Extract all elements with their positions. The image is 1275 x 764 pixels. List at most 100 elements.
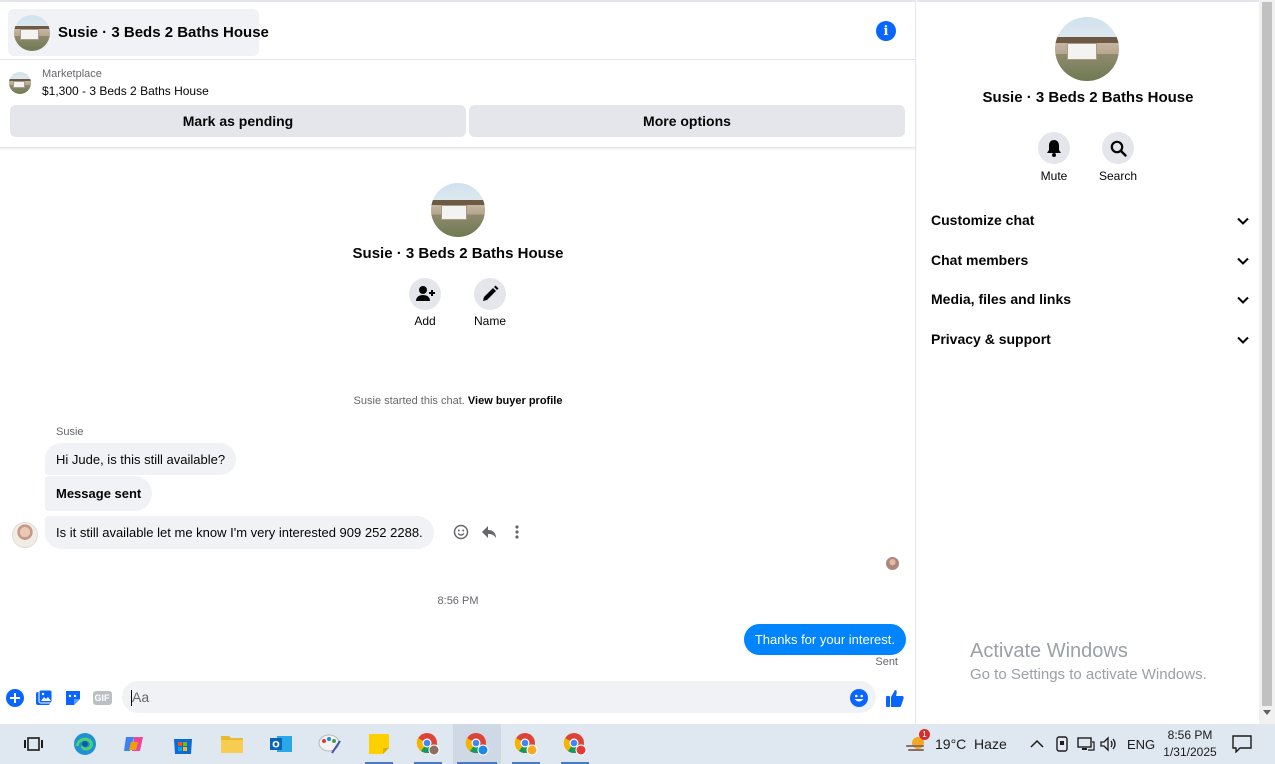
section-customize-chat[interactable]: Customize chat bbox=[931, 210, 1249, 230]
more-vertical-icon[interactable] bbox=[508, 523, 526, 541]
chrome-profile-2-icon[interactable] bbox=[453, 724, 501, 764]
listing-kind: Marketplace bbox=[42, 68, 102, 80]
text-caret bbox=[131, 690, 132, 706]
search-icon[interactable] bbox=[1102, 132, 1134, 164]
notifications-icon[interactable] bbox=[1232, 724, 1252, 764]
message-status: Sent bbox=[875, 656, 898, 668]
chrome-profile-3-icon[interactable] bbox=[502, 724, 550, 764]
incoming-message[interactable]: Hi Jude, is this still available? bbox=[45, 443, 237, 475]
name-action[interactable]: Name bbox=[460, 278, 520, 328]
view-buyer-profile-link[interactable]: View buyer profile bbox=[468, 395, 563, 407]
message-actions bbox=[452, 523, 526, 541]
section-chat-members[interactable]: Chat members bbox=[931, 250, 1249, 270]
activate-windows-watermark: Activate Windows Go to Settings to activ… bbox=[970, 640, 1207, 683]
watermark-subtitle: Go to Settings to activate Windows. bbox=[970, 666, 1207, 683]
volume-icon[interactable] bbox=[1100, 724, 1118, 764]
weather-badge: 1 bbox=[919, 729, 930, 740]
meet-now-icon[interactable] bbox=[1054, 724, 1070, 764]
svg-text:O: O bbox=[272, 741, 280, 751]
chat-started-note: Susie started this chat. View buyer prof… bbox=[0, 395, 916, 407]
chat-info-panel: Susie · 3 Beds 2 Baths House Mute Search… bbox=[917, 0, 1259, 724]
microsoft-store-icon[interactable] bbox=[159, 724, 207, 764]
haze-weather-icon: 1 bbox=[905, 729, 930, 755]
edge-browser-icon[interactable] bbox=[61, 724, 109, 764]
outgoing-message[interactable]: Thanks for your interest. bbox=[743, 624, 906, 655]
scrollbar-thumb[interactable] bbox=[1262, 2, 1272, 706]
sender-avatar[interactable] bbox=[12, 522, 38, 548]
paint-app-icon[interactable] bbox=[306, 724, 354, 764]
chat-header: Susie · 3 Beds 2 Baths House i bbox=[0, 0, 916, 60]
message-input[interactable] bbox=[122, 681, 876, 713]
composer: GIF bbox=[0, 680, 916, 716]
chevron-down-icon bbox=[1237, 212, 1249, 228]
intro-title: Susie · 3 Beds 2 Baths House bbox=[352, 245, 564, 262]
chevron-down-icon bbox=[1237, 331, 1249, 347]
section-label: Customize chat bbox=[931, 212, 1035, 228]
conversation-title: Susie · 3 Beds 2 Baths House bbox=[58, 24, 269, 41]
clock[interactable]: 8:56 PM 1/31/2025 bbox=[1158, 727, 1222, 761]
section-media-files-links[interactable]: Media, files and links bbox=[931, 289, 1249, 309]
listing-title[interactable]: $1,300 - 3 Beds 2 Baths House bbox=[42, 84, 209, 98]
listing-thumbnail[interactable] bbox=[9, 72, 31, 94]
seen-by-avatar bbox=[886, 557, 899, 570]
react-icon[interactable] bbox=[452, 523, 470, 541]
show-hidden-icons-chevron-icon[interactable] bbox=[1030, 724, 1044, 764]
scroll-down-arrow-icon[interactable] bbox=[1263, 710, 1271, 715]
file-explorer-icon[interactable] bbox=[208, 724, 256, 764]
mark-as-pending-button[interactable]: Mark as pending bbox=[10, 105, 466, 137]
section-label: Chat members bbox=[931, 252, 1029, 268]
conversation-avatar bbox=[14, 14, 50, 51]
task-view-icon[interactable] bbox=[10, 724, 58, 764]
chrome-profile-4-icon[interactable] bbox=[551, 724, 599, 764]
thumbs-up-icon[interactable] bbox=[885, 688, 905, 708]
incoming-message[interactable]: Message sent bbox=[45, 476, 153, 511]
info-icon[interactable]: i bbox=[876, 21, 896, 41]
windows-taskbar: O 1 19°C Haze ENG 8:56 PM 1/31/2025 bbox=[0, 724, 1275, 764]
add-person-icon[interactable] bbox=[409, 278, 441, 310]
network-icon[interactable] bbox=[1077, 724, 1095, 764]
conversation-title-button[interactable]: Susie · 3 Beds 2 Baths House bbox=[8, 9, 269, 56]
gif-icon[interactable]: GIF bbox=[91, 688, 113, 708]
bell-icon[interactable] bbox=[1038, 132, 1070, 164]
name-label: Name bbox=[473, 314, 506, 328]
clock-date: 1/31/2025 bbox=[1163, 745, 1217, 759]
chevron-down-icon bbox=[1237, 252, 1249, 268]
panel-avatar bbox=[1055, 17, 1119, 81]
watermark-title: Activate Windows bbox=[970, 640, 1128, 662]
incoming-message[interactable]: Is it still available let me know I'm ve… bbox=[45, 516, 434, 549]
message-timestamp: 8:56 PM bbox=[437, 595, 479, 607]
more-options-button[interactable]: More options bbox=[469, 105, 905, 137]
section-label: Privacy & support bbox=[931, 331, 1051, 347]
mute-label: Mute bbox=[1040, 169, 1068, 183]
mute-action[interactable]: Mute bbox=[1024, 132, 1084, 183]
sticky-notes-icon[interactable] bbox=[355, 724, 403, 764]
plus-icon[interactable] bbox=[5, 688, 25, 708]
reply-icon[interactable] bbox=[480, 523, 498, 541]
sender-name: Susie bbox=[56, 426, 84, 438]
started-text: Susie started this chat. bbox=[353, 395, 465, 407]
chrome-profile-1-icon[interactable] bbox=[404, 724, 452, 764]
chat-column: Susie · 3 Beds 2 Baths House i Marketpla… bbox=[0, 0, 916, 724]
listing-bar: Marketplace $1,300 - 3 Beds 2 Baths Hous… bbox=[0, 60, 916, 148]
weather-widget[interactable]: 1 19°C Haze bbox=[905, 724, 1007, 764]
pencil-icon[interactable] bbox=[474, 278, 506, 310]
screen: Susie · 3 Beds 2 Baths House i Marketpla… bbox=[0, 0, 1275, 764]
add-label: Add bbox=[414, 314, 436, 328]
intro-avatar bbox=[431, 183, 485, 237]
clock-time: 8:56 PM bbox=[1167, 728, 1213, 742]
search-label: Search bbox=[1098, 169, 1138, 183]
search-action[interactable]: Search bbox=[1088, 132, 1148, 183]
weather-text: 19°C Haze bbox=[935, 736, 1007, 752]
panel-title: Susie · 3 Beds 2 Baths House bbox=[982, 89, 1194, 106]
sticker-icon[interactable] bbox=[63, 688, 83, 708]
photo-icon[interactable] bbox=[34, 688, 54, 708]
copilot-icon[interactable] bbox=[110, 724, 158, 764]
emoji-icon[interactable] bbox=[849, 688, 869, 708]
page-scrollbar[interactable] bbox=[1259, 0, 1275, 724]
add-people-action[interactable]: Add bbox=[395, 278, 455, 328]
chevron-down-icon bbox=[1237, 291, 1249, 307]
outlook-icon[interactable]: O bbox=[257, 724, 305, 764]
gif-label: GIF bbox=[92, 691, 112, 705]
input-language[interactable]: ENG bbox=[1127, 724, 1155, 764]
section-privacy-support[interactable]: Privacy & support bbox=[931, 329, 1249, 349]
